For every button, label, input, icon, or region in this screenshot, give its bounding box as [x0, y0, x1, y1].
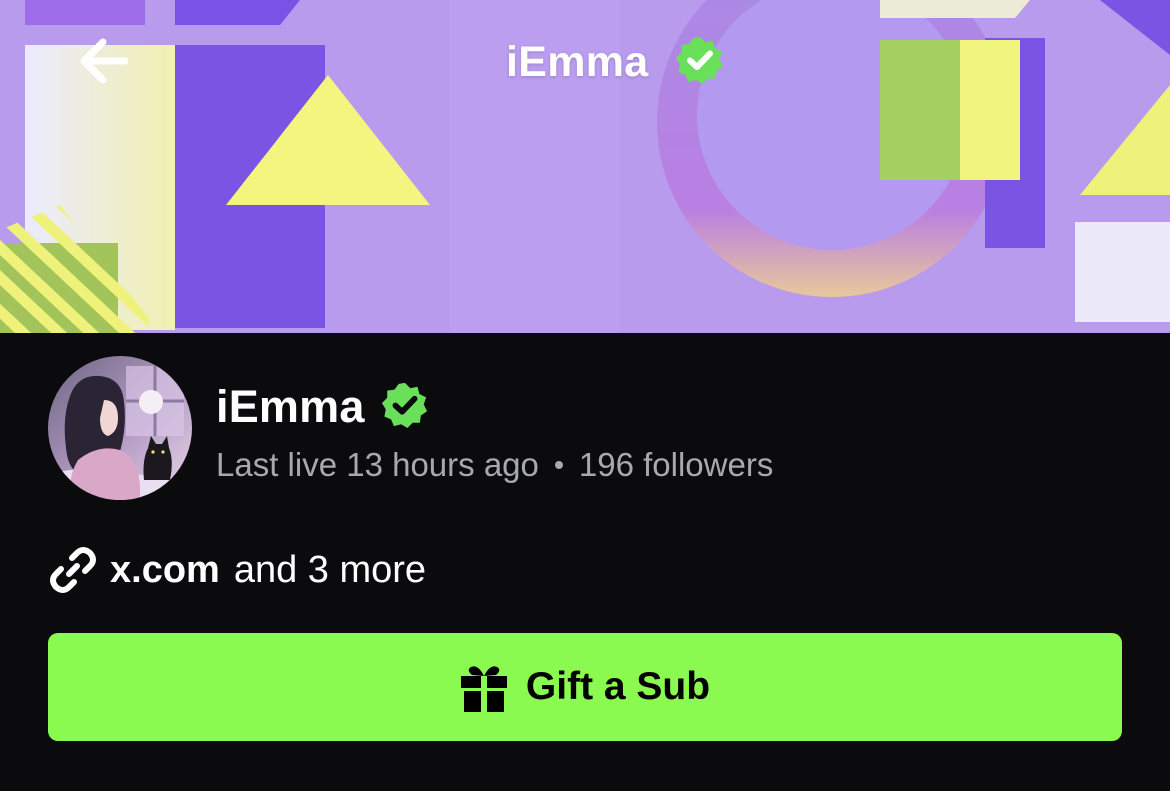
profile-info: iEmma Last live 13 hours ago 196 followe… — [216, 356, 773, 484]
gift-sub-button[interactable]: Gift a Sub — [48, 633, 1122, 741]
arrow-left-icon — [80, 38, 129, 84]
header-title-group: iEmma — [506, 36, 725, 88]
link-icon — [48, 545, 98, 595]
profile-meta: Last live 13 hours ago 196 followers — [216, 446, 773, 484]
anime-girl-with-cat-avatar — [48, 356, 192, 500]
verified-badge-icon — [381, 381, 429, 434]
followers-count[interactable]: 196 followers — [579, 446, 773, 484]
gift-icon — [460, 662, 508, 712]
verified-badge-icon — [675, 35, 725, 90]
gift-sub-label: Gift a Sub — [525, 665, 711, 708]
last-live-text: Last live 13 hours ago — [216, 446, 539, 483]
link-primary[interactable]: x.com — [110, 549, 220, 592]
social-links[interactable]: x.com and 3 more — [48, 542, 426, 598]
name-row: iEmma — [216, 380, 773, 434]
profile-header: iEmma Last live 13 hours ago 196 followe… — [48, 356, 773, 500]
back-button[interactable] — [72, 30, 134, 92]
avatar[interactable] — [48, 356, 192, 500]
separator-dot — [554, 461, 563, 469]
profile-banner: iEmma — [0, 0, 1170, 333]
header-title: iEmma — [506, 37, 649, 86]
link-more[interactable]: and 3 more — [234, 549, 426, 592]
channel-name: iEmma — [216, 381, 365, 432]
